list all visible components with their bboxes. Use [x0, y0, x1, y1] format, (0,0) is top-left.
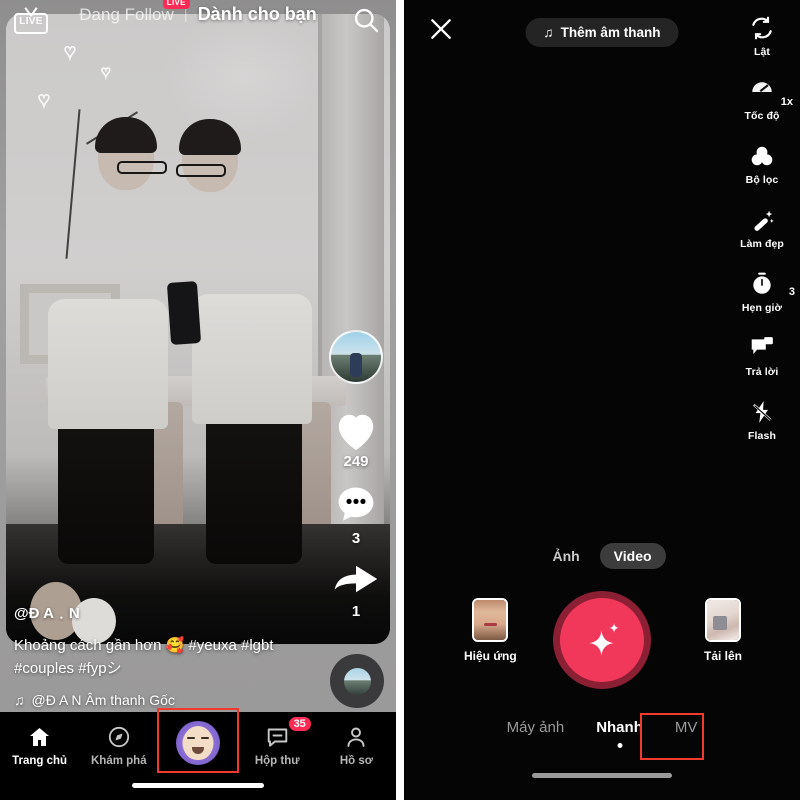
sparkle-icon — [589, 622, 619, 657]
nav-label-me: Hồ sơ — [339, 754, 373, 767]
tab-following[interactable]: Đang Follow LIVE — [69, 0, 190, 25]
tool-beautify[interactable]: Làm đẹp — [728, 206, 796, 250]
music-note-icon: ♫ — [543, 25, 554, 40]
bottom-mode-camera[interactable]: Máy ảnh — [491, 711, 581, 744]
add-sound-button[interactable]: ♫ Thêm âm thanh — [525, 18, 679, 47]
camera-panel: ♫ Thêm âm thanh Lật 1x Tốc độ Bộ lọc Làm… — [404, 0, 800, 800]
comment-count: 3 — [351, 530, 361, 547]
upload-button[interactable]: Tải lên — [704, 598, 742, 663]
action-rail: 249 3 1 — [326, 330, 386, 634]
heart-decor-icon: ♥ — [100, 64, 111, 82]
nav-item-discover[interactable]: Khám phá — [79, 724, 158, 767]
tool-timer[interactable]: 3 Hẹn giờ — [728, 270, 796, 314]
heart-decor-icon: ♥ — [37, 89, 50, 111]
screenshot-root: ♥ ♥ ♥ LIVE Đang Follow LIVE | Dành cho b… — [0, 0, 800, 800]
music-title: @Đ A N Âm thanh Gốc — [31, 692, 175, 708]
tab-following-label: Đang Follow — [79, 4, 174, 24]
share-count: 1 — [351, 603, 361, 620]
bottom-mode-quick[interactable]: Nhanh — [580, 711, 659, 744]
reply-icon — [728, 334, 796, 362]
compass-icon — [79, 724, 158, 750]
creator-avatar[interactable] — [329, 330, 383, 384]
home-icon — [0, 724, 79, 750]
tool-flash[interactable]: Flash — [728, 398, 796, 442]
nav-item-me[interactable]: Hồ sơ — [317, 724, 396, 767]
profile-avatar-icon — [176, 720, 220, 765]
flip-camera-icon — [728, 14, 796, 42]
nav-item-inbox[interactable]: 35 Hộp thư — [238, 716, 317, 767]
speed-value: 1x — [780, 96, 793, 108]
caption-line-1: Khoảng cách gần hơn 🥰 #yeuxa #lgbt — [14, 636, 274, 654]
feed-top-bar: LIVE Đang Follow LIVE | Dành cho bạn — [0, 0, 396, 40]
share-button[interactable]: 1 — [326, 561, 386, 620]
timer-icon: 3 — [728, 270, 796, 298]
mode-video[interactable]: Video — [599, 543, 666, 569]
tab-live-badge: LIVE — [162, 0, 190, 9]
tiktok-feed-panel: ♥ ♥ ♥ LIVE Đang Follow LIVE | Dành cho b… — [0, 0, 396, 800]
nav-item-profile-avatar[interactable] — [158, 720, 237, 770]
tool-label-flip: Lật — [753, 46, 771, 58]
home-indicator — [132, 783, 264, 788]
tool-label-timer: Hẹn giờ — [741, 302, 783, 314]
heart-decor-icon: ♥ — [63, 41, 76, 63]
effects-label: Hiệu ứng — [464, 649, 517, 663]
add-sound-label: Thêm âm thanh — [560, 25, 661, 40]
feed-tabs: Đang Follow LIVE | Dành cho bạn — [0, 0, 396, 25]
shutter-button[interactable] — [553, 591, 651, 689]
tool-flip[interactable]: Lật — [728, 14, 796, 58]
upload-thumbnail — [704, 598, 741, 642]
tool-label-beautify: Làm đẹp — [740, 238, 784, 250]
flash-off-icon — [728, 398, 796, 426]
bottom-mode-tabs: Máy ảnh Nhanh MV — [404, 711, 800, 744]
shutter-row: Hiệu ứng Tải lên — [404, 590, 800, 690]
person-icon — [317, 724, 396, 750]
comment-icon — [338, 487, 374, 521]
panel-divider — [396, 0, 404, 800]
tool-label-flash: Flash — [748, 430, 776, 442]
nav-label-discover: Khám phá — [91, 754, 147, 767]
caption-username[interactable]: @Đ A﹒N — [14, 602, 314, 623]
mode-photo[interactable]: Ảnh — [538, 543, 593, 569]
nav-label-home: Trang chủ — [12, 754, 68, 767]
bottom-mode-mv[interactable]: MV — [659, 711, 714, 744]
tool-label-reply: Trả lời — [745, 366, 779, 378]
nav-label-inbox: Hộp thư — [254, 754, 300, 767]
music-note-icon: ♫ — [14, 692, 25, 708]
tab-for-you[interactable]: Dành cho bạn — [188, 4, 327, 25]
home-indicator — [532, 773, 672, 778]
capture-mode-pills: Ảnh Video — [404, 543, 800, 569]
caption-line-2: #couples #fypシ — [14, 660, 122, 678]
heart-icon — [338, 414, 374, 451]
filter-icon — [728, 142, 796, 170]
caption-music[interactable]: ♫ @Đ A N Âm thanh Gốc — [14, 692, 314, 708]
like-count: 249 — [343, 453, 369, 470]
speed-icon: 1x — [728, 78, 796, 108]
upload-label: Tải lên — [703, 649, 742, 663]
beautify-wand-icon — [728, 206, 796, 234]
share-arrow-icon — [334, 565, 378, 593]
close-icon[interactable] — [428, 16, 454, 42]
effects-thumbnail — [472, 598, 509, 642]
phone-in-hand — [166, 281, 202, 345]
camera-tools: Lật 1x Tốc độ Bộ lọc Làm đẹp 3 Hẹn giờ T… — [728, 14, 796, 462]
bottom-navigation: Trang chủ Khám phá 35 Hộp thư Hồ sơ — [0, 712, 396, 800]
timer-value: 3 — [788, 286, 795, 298]
tool-reply[interactable]: Trả lời — [728, 334, 796, 378]
music-disc-icon[interactable] — [330, 654, 384, 708]
inbox-icon: 35 — [238, 716, 317, 750]
inbox-badge: 35 — [288, 716, 311, 731]
nav-item-home[interactable]: Trang chủ — [0, 724, 79, 767]
tool-label-filter: Bộ lọc — [745, 174, 779, 186]
effects-button[interactable]: Hiệu ứng — [464, 598, 517, 663]
like-button[interactable]: 249 — [326, 410, 386, 470]
search-icon[interactable] — [352, 6, 380, 34]
video-caption: @Đ A﹒N Khoảng cách gần hơn 🥰 #yeuxa #lgb… — [14, 602, 314, 709]
tool-label-speed: Tốc độ — [744, 110, 780, 122]
tool-speed[interactable]: 1x Tốc độ — [728, 78, 796, 122]
comment-button[interactable]: 3 — [326, 484, 386, 547]
tool-filter[interactable]: Bộ lọc — [728, 142, 796, 186]
